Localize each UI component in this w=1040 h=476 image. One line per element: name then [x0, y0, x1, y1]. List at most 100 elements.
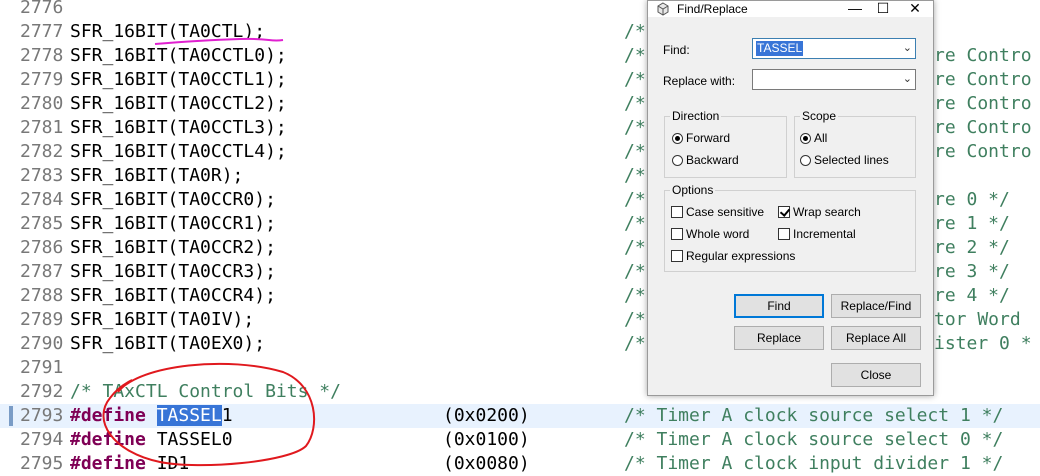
chevron-down-icon[interactable]: ⌄ — [903, 72, 912, 87]
keyword: #define — [70, 405, 146, 426]
keyword: #define — [70, 429, 146, 450]
code-text: SFR_16BIT(TA0CCR4); — [70, 285, 276, 306]
close-button[interactable]: Close — [831, 363, 921, 387]
code-text: SFR_16BIT(TA0CCTL2); — [70, 93, 287, 114]
line-number: 2776 — [20, 0, 64, 18]
comment-text: /* TAxCTL Control Bits */ — [70, 381, 341, 402]
comment-tail: re 1 */ — [934, 213, 1010, 234]
line-number: 2794 — [20, 429, 64, 450]
comment-tail: re Contro — [934, 117, 1032, 138]
selected-lines-label: Selected lines — [814, 153, 889, 167]
scope-group — [794, 116, 916, 178]
comment-tail: tor Word — [934, 309, 1021, 330]
close-icon: ✕ — [909, 0, 921, 16]
selected-lines-radio[interactable]: Selected lines — [800, 152, 889, 168]
code-text: #define ID1 — [70, 452, 189, 476]
comment-tail: re Contro — [934, 69, 1032, 90]
wrap-search-checkbox[interactable]: Wrap search — [778, 204, 861, 220]
radio-unselected[interactable] — [672, 155, 683, 166]
find-button[interactable]: Find — [734, 294, 824, 318]
checkbox-unchecked[interactable] — [671, 228, 683, 240]
code-text: SFR_16BIT(TA0CCR1); — [70, 213, 276, 234]
forward-radio[interactable]: Forward — [672, 130, 730, 146]
comment-text: /* — [624, 93, 646, 114]
checkbox-checked[interactable] — [778, 206, 790, 218]
checkbox-unchecked[interactable] — [778, 228, 790, 240]
comment-tail: ister 0 * — [934, 333, 1032, 354]
line-number: 2785 — [20, 213, 64, 234]
radio-unselected[interactable] — [800, 155, 811, 166]
radio-selected[interactable] — [672, 133, 683, 144]
backward-radio[interactable]: Backward — [672, 152, 739, 168]
code-text: SFR_16BIT(TA0R); — [70, 165, 244, 186]
comment-text: /* — [624, 69, 646, 90]
whole-word-label: Whole word — [686, 227, 750, 241]
line-number: 2782 — [20, 141, 64, 162]
close-window-button[interactable]: ✕ — [895, 1, 935, 17]
case-sensitive-checkbox[interactable]: Case sensitive — [671, 204, 764, 220]
find-input-selected-text[interactable]: TASSEL — [756, 41, 804, 56]
line-number: 2795 — [20, 453, 64, 474]
incremental-checkbox[interactable]: Incremental — [778, 226, 856, 242]
replace-all-button[interactable]: Replace All — [831, 326, 921, 350]
line-number: 2791 — [20, 357, 64, 378]
line-number: 2778 — [20, 45, 64, 66]
scope-all-radio[interactable]: All — [800, 130, 827, 146]
replace-label: Replace with: — [663, 74, 736, 88]
code-line-current[interactable]: 2793 #define TASSEL1 (0x0200) /* Timer A… — [0, 404, 1040, 428]
chevron-down-icon[interactable]: ⌄ — [903, 41, 912, 56]
comment-tail: re 0 */ — [934, 189, 1010, 210]
code-text: SFR_16BIT(TA0CCR0); — [70, 189, 276, 210]
code-line[interactable]: 2794 #define TASSEL0 (0x0100) /* Timer A… — [0, 428, 1040, 452]
replace-combobox[interactable]: ⌄ — [752, 69, 916, 90]
comment-text: /* — [624, 141, 646, 162]
dialog-title: Find/Replace — [677, 2, 748, 16]
find-replace-dialog[interactable]: Find/Replace — ☐ ✕ Find: TASSEL ⌄ Replac… — [647, 0, 934, 396]
code-text: SFR_16BIT(TA0IV); — [70, 309, 255, 330]
regex-checkbox[interactable]: Regular expressions — [671, 248, 795, 264]
comment-text: /* — [624, 117, 646, 138]
whole-word-checkbox[interactable]: Whole word — [671, 226, 749, 242]
comment-text: /* — [624, 261, 646, 282]
line-number: 2779 — [20, 69, 64, 90]
find-label: Find: — [663, 43, 690, 57]
wrap-search-label: Wrap search — [793, 205, 861, 219]
line-number: 2789 — [20, 309, 64, 330]
checkbox-unchecked[interactable] — [671, 250, 683, 262]
comment-tail: re 3 */ — [934, 261, 1010, 282]
code-text: 1 — [221, 405, 233, 426]
scope-title: Scope — [800, 109, 839, 123]
code-text: SFR_16BIT(TA0CTL); — [70, 21, 266, 42]
macro-name: ID1 — [156, 453, 190, 474]
maximize-icon: ☐ — [876, 0, 890, 16]
replace-button[interactable]: Replace — [734, 326, 824, 350]
forward-label: Forward — [686, 131, 731, 145]
code-line[interactable]: 2795 #define ID1 (0x0080) /* Timer A clo… — [0, 452, 1040, 476]
minimize-icon: — — [848, 0, 862, 16]
comment-text: /* — [624, 189, 646, 210]
dialog-titlebar[interactable]: Find/Replace — ☐ ✕ — [648, 1, 933, 17]
comment-text: /* — [624, 45, 646, 66]
code-text: SFR_16BIT(TA0CCTL4); — [70, 141, 287, 162]
find-combobox[interactable]: TASSEL ⌄ — [752, 38, 916, 59]
code-text: #define TASSEL1 — [70, 404, 233, 428]
scope-all-label: All — [814, 131, 828, 145]
checkbox-unchecked[interactable] — [671, 206, 683, 218]
line-number: 2781 — [20, 117, 64, 138]
replace-find-button[interactable]: Replace/Find — [831, 294, 921, 318]
replace-input[interactable] — [755, 71, 895, 88]
comment-text: /* Timer A clock input divider 1 */ — [624, 453, 1004, 474]
eclipse-app-icon — [657, 2, 669, 16]
line-number: 2783 — [20, 165, 64, 186]
radio-selected[interactable] — [800, 133, 811, 144]
macro-value: (0x0100) — [443, 429, 530, 450]
case-sensitive-label: Case sensitive — [686, 205, 765, 219]
direction-title: Direction — [670, 109, 722, 123]
code-text: SFR_16BIT(TA0CCTL0); — [70, 45, 287, 66]
code-text: SFR_16BIT(TA0CCTL3); — [70, 117, 287, 138]
comment-text: /* — [624, 237, 646, 258]
backward-label: Backward — [686, 153, 739, 167]
line-number: 2793 — [20, 405, 64, 426]
line-number: 2784 — [20, 189, 64, 210]
comment-tail: re 2 */ — [934, 237, 1010, 258]
